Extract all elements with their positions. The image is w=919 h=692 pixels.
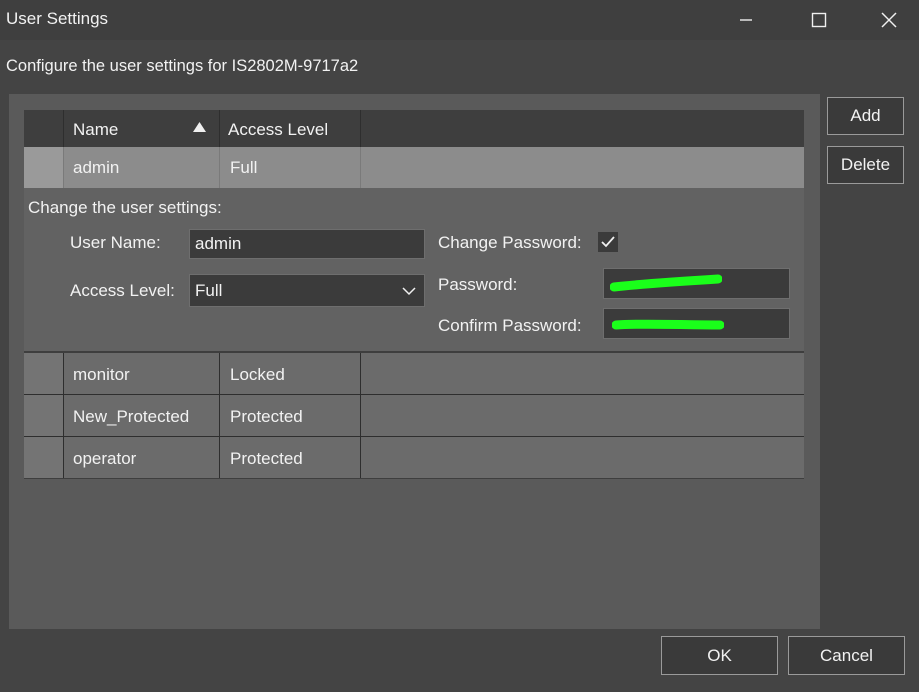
chevron-down-icon: [402, 287, 416, 296]
row-name: New_Protected: [73, 407, 190, 426]
column-divider: [219, 437, 220, 478]
row-access-level: Protected: [230, 407, 303, 426]
row-indicator: [24, 147, 63, 188]
column-divider: [63, 110, 64, 147]
username-input[interactable]: admin: [189, 229, 425, 259]
column-divider: [360, 353, 361, 394]
username-label: User Name:: [70, 233, 161, 252]
redaction-mark: [610, 274, 722, 292]
row-indicator: [24, 395, 63, 436]
column-divider: [360, 147, 361, 188]
table-row-selected[interactable]: admin Full: [24, 147, 804, 188]
close-button[interactable]: [866, 0, 912, 40]
table-header: Name Access Level: [24, 110, 804, 147]
dialog-description: Configure the user settings for IS2802M-…: [6, 57, 359, 75]
column-divider: [360, 110, 361, 147]
column-divider: [63, 437, 64, 478]
cancel-button[interactable]: Cancel: [788, 636, 905, 675]
add-button[interactable]: Add: [827, 97, 904, 135]
sort-ascending-icon: [193, 122, 206, 132]
change-password-checkbox[interactable]: [598, 232, 618, 252]
details-heading: Change the user settings:: [28, 198, 222, 217]
maximize-button[interactable]: [796, 0, 842, 40]
password-label: Password:: [438, 275, 518, 294]
maximize-icon: [811, 12, 827, 28]
table-row[interactable]: operator Protected: [24, 437, 804, 478]
change-password-label: Change Password:: [438, 233, 582, 252]
window-title: User Settings: [6, 9, 109, 28]
column-divider: [63, 395, 64, 436]
confirm-password-label: Confirm Password:: [438, 316, 582, 335]
ok-button[interactable]: OK: [661, 636, 778, 675]
column-divider: [63, 147, 64, 188]
column-divider: [219, 395, 220, 436]
close-icon: [881, 12, 897, 28]
column-divider: [219, 353, 220, 394]
row-access-level: Protected: [230, 449, 303, 468]
title-bar: User Settings: [0, 0, 919, 40]
row-name: operator: [73, 449, 137, 468]
confirm-password-input[interactable]: [603, 308, 790, 339]
access-level-select[interactable]: Full: [189, 274, 425, 307]
access-level-label: Access Level:: [70, 281, 175, 300]
row-access-level: Locked: [230, 365, 285, 384]
access-level-value: Full: [195, 281, 223, 300]
table-row[interactable]: monitor Locked: [24, 353, 804, 394]
column-divider: [360, 437, 361, 478]
row-access-level: Full: [230, 158, 258, 177]
minimize-icon: [740, 19, 752, 21]
column-header-name[interactable]: Name: [73, 120, 118, 140]
minimize-button[interactable]: [723, 0, 769, 40]
column-divider: [63, 353, 64, 394]
column-divider: [219, 110, 220, 147]
delete-button[interactable]: Delete: [827, 146, 904, 184]
column-divider: [219, 147, 220, 188]
row-name: admin: [73, 158, 120, 177]
row-indicator: [24, 437, 63, 478]
row-indicator: [24, 353, 63, 394]
redaction-mark: [612, 319, 724, 330]
row-name: monitor: [73, 365, 130, 384]
column-divider: [360, 395, 361, 436]
checkmark-icon: [601, 236, 615, 248]
table-row[interactable]: New_Protected Protected: [24, 395, 804, 436]
password-input[interactable]: [603, 268, 790, 299]
column-header-access-level[interactable]: Access Level: [228, 120, 328, 140]
